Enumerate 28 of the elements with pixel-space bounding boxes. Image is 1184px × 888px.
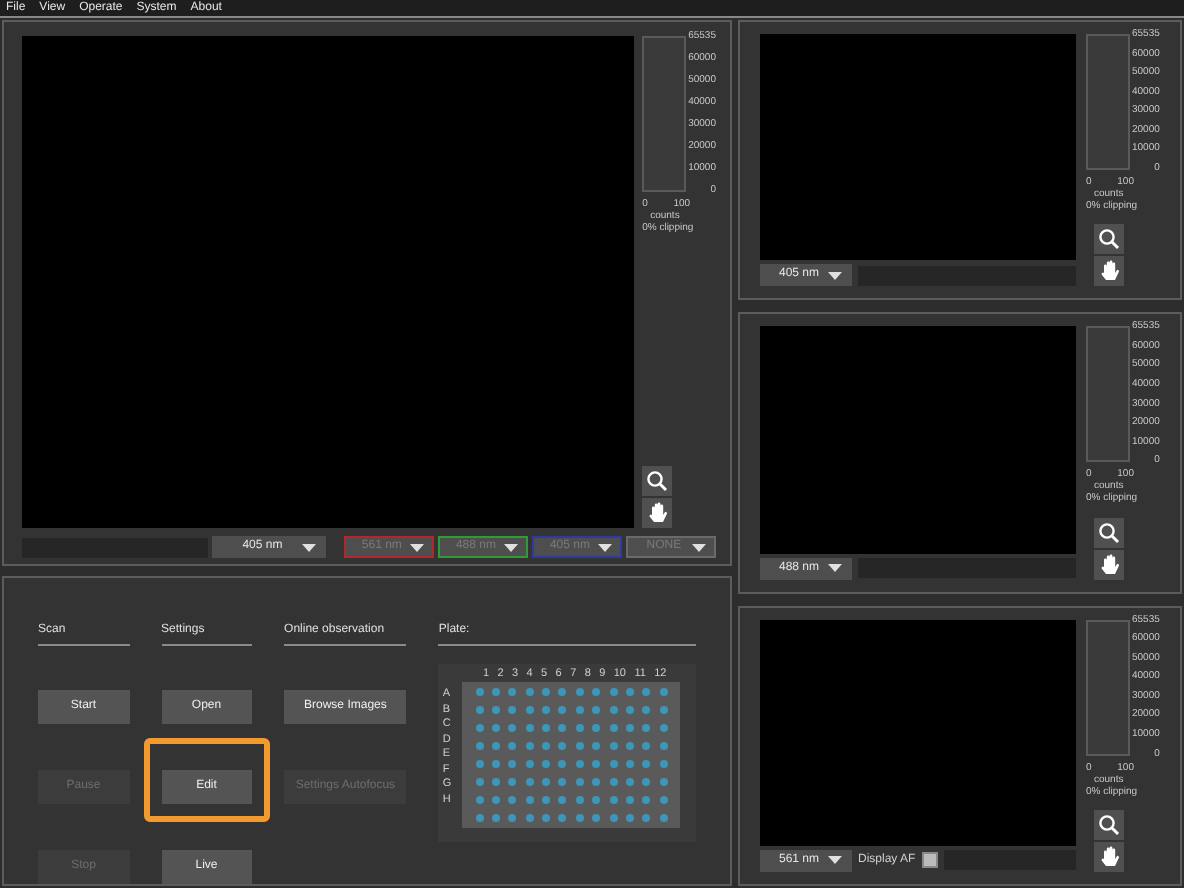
search-icon bbox=[1098, 521, 1120, 544]
hand-icon bbox=[1099, 260, 1119, 283]
caret-icon bbox=[691, 543, 706, 551]
histogram-plot bbox=[1086, 619, 1130, 756]
hand-icon bbox=[1099, 553, 1119, 576]
search-icon bbox=[1098, 228, 1120, 251]
pan-button[interactable] bbox=[1094, 841, 1124, 872]
histogram-plot bbox=[1086, 326, 1130, 463]
pan-button[interactable] bbox=[1094, 256, 1124, 287]
histogram-plot bbox=[1086, 34, 1130, 170]
zoom-button[interactable] bbox=[1094, 224, 1124, 255]
caret-icon bbox=[597, 543, 612, 551]
caret-icon bbox=[503, 543, 518, 551]
zoom-button[interactable] bbox=[1094, 517, 1124, 548]
display-af-checkbox[interactable] bbox=[921, 852, 938, 869]
zoom-button[interactable] bbox=[1094, 809, 1124, 840]
zoom-button[interactable] bbox=[642, 466, 673, 496]
search-icon bbox=[1098, 813, 1120, 836]
pan-button[interactable] bbox=[642, 498, 673, 528]
hand-icon bbox=[647, 502, 668, 524]
caret-icon bbox=[828, 271, 842, 280]
caret-icon bbox=[302, 543, 317, 551]
search-icon bbox=[646, 470, 669, 492]
caret-icon bbox=[828, 564, 842, 573]
pan-button[interactable] bbox=[1094, 549, 1124, 580]
caret-icon bbox=[828, 856, 842, 865]
caret-icon bbox=[409, 543, 424, 551]
hand-icon bbox=[1099, 845, 1119, 868]
